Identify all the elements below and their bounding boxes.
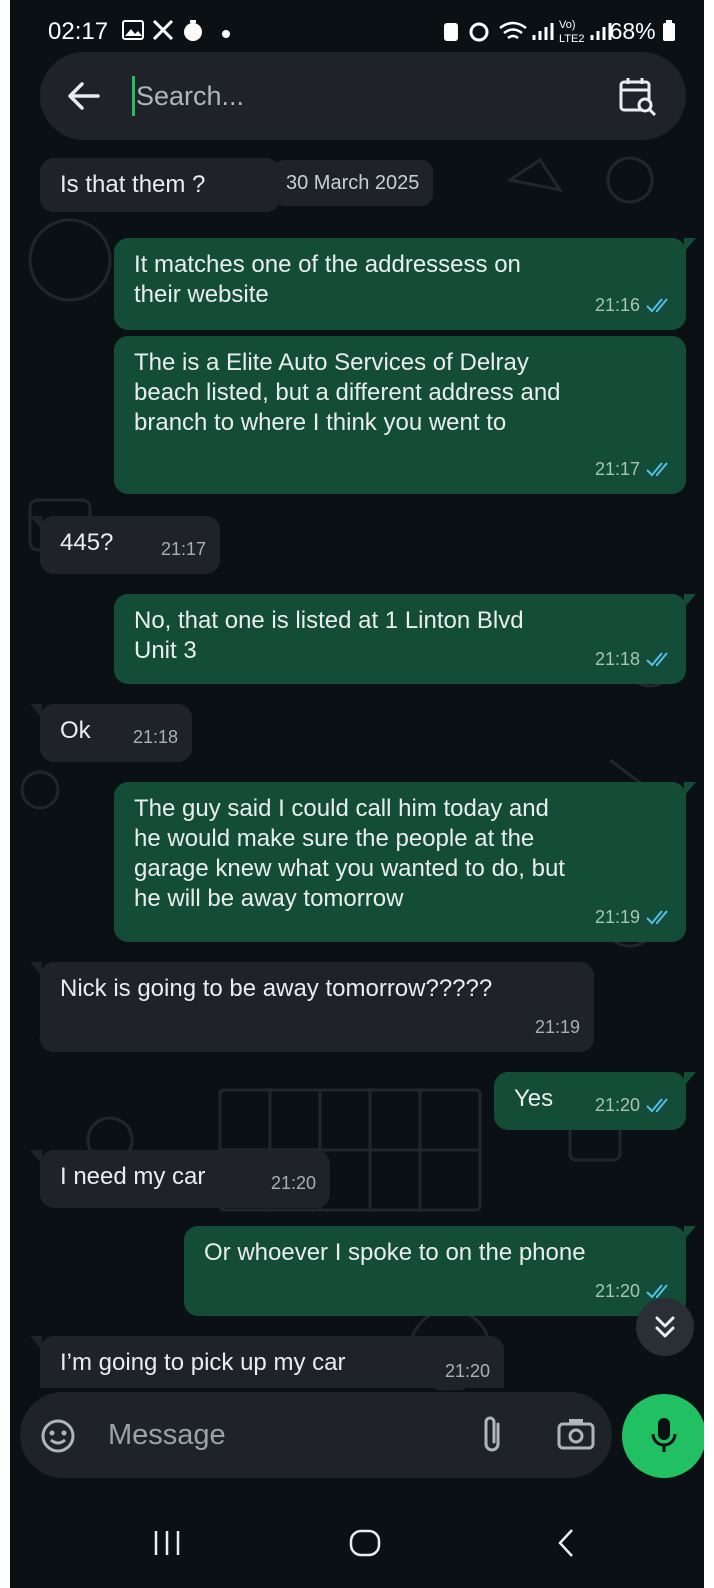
x-app-icon [152, 20, 174, 40]
volte-icon: Vo) LTE2 [559, 19, 584, 44]
read-ticks-icon [646, 652, 668, 667]
scroll-to-bottom-button[interactable] [636, 1298, 694, 1356]
message-outgoing[interactable]: The guy said I could call him today and … [114, 782, 696, 942]
read-ticks-icon [646, 1098, 668, 1113]
message-time: 21:20 [444, 1361, 490, 1381]
read-ticks-icon [646, 1284, 668, 1299]
message-incoming[interactable]: I need my car 21:20 [30, 1150, 330, 1208]
message-outgoing[interactable]: No, that one is listed at 1 Linton Blvd … [114, 594, 696, 684]
read-ticks-icon [646, 462, 668, 477]
message-text: It matches one of the addressess on thei… [134, 251, 521, 308]
phone-screen: 02:17 Vo) LTE2 68% Is that them ? 30 Marc… [10, 0, 704, 1588]
message-time: 21:19 [534, 1017, 580, 1037]
message-time: 21:17 [594, 459, 640, 479]
message-text: 445? [60, 529, 114, 556]
message-time: 21:19 [594, 907, 640, 927]
nav-recents-icon[interactable] [150, 1526, 184, 1560]
message-time: 21:16 [594, 295, 640, 315]
message-incoming[interactable]: Is that them ? [40, 158, 280, 212]
message-time: 21:18 [594, 649, 640, 669]
battery-percent: 68% [609, 18, 656, 44]
message-text: I’m going to pick up my car [60, 1349, 346, 1376]
date-chip: 30 March 2025 [272, 160, 434, 206]
message-incoming[interactable]: Ok 21:18 [30, 704, 192, 762]
message-time: 21:20 [270, 1173, 316, 1193]
read-ticks-icon [646, 298, 668, 313]
volte-label: Vo) [559, 19, 576, 31]
message-incoming[interactable]: 445? 21:17 [30, 516, 220, 574]
message-meta: 21:19 [535, 1012, 580, 1042]
wifi-icon [499, 21, 527, 40]
message-meta: 21:16 [595, 290, 672, 320]
back-arrow-icon[interactable] [64, 76, 104, 116]
mic-icon [651, 1418, 677, 1452]
message-outgoing[interactable]: The is a Elite Auto Services of Delray b… [114, 336, 686, 494]
nav-back-icon[interactable] [550, 1526, 584, 1560]
text-cursor [132, 76, 135, 116]
message-text: Nick is going to be away tomorrow????? [60, 975, 493, 1002]
message-meta: 21:18 [133, 722, 178, 752]
sticker-icon[interactable] [40, 1418, 76, 1454]
camera-icon[interactable] [556, 1416, 596, 1452]
battery-saver-icon [444, 23, 458, 41]
battery-indicator: 68% [610, 18, 676, 45]
message-text: Yes [514, 1085, 554, 1112]
message-time: 21:20 [594, 1095, 640, 1115]
battery-icon [663, 20, 675, 41]
message-time: 21:18 [132, 727, 178, 747]
attach-icon[interactable] [476, 1414, 508, 1456]
scroll-down-icon [655, 1316, 675, 1338]
nav-home-icon[interactable] [348, 1526, 382, 1560]
signal-icon [532, 23, 554, 40]
message-input[interactable] [108, 1414, 448, 1456]
message-text: Ok [60, 717, 91, 744]
mic-button[interactable] [622, 1394, 704, 1478]
message-incoming[interactable]: I’m going to pick up my car 21:20 [30, 1336, 504, 1388]
message-text: I need my car [60, 1163, 206, 1190]
message-meta: 21:17 [161, 534, 206, 564]
message-incoming[interactable]: Nick is going to be away tomorrow????? 2… [30, 962, 594, 1052]
dot-icon [222, 30, 230, 38]
gallery-icon [122, 20, 144, 40]
message-time: 21:17 [160, 539, 206, 559]
message-composer [20, 1392, 612, 1478]
message-meta: 21:18 [595, 644, 672, 674]
message-outgoing[interactable]: Yes 21:20 [494, 1072, 696, 1130]
search-input[interactable] [136, 74, 576, 118]
system-nav-bar [10, 1500, 704, 1588]
message-meta: 21:20 [445, 1356, 490, 1386]
lte-label: LTE2 [559, 33, 584, 44]
message-text: Is that them ? [60, 171, 206, 198]
message-text: The guy said I could call him today and … [134, 795, 565, 912]
message-outgoing[interactable]: Or whoever I spoke to on the phone 21:20 [184, 1226, 696, 1316]
message-outgoing[interactable]: It matches one of the addressess on thei… [114, 238, 696, 330]
search-bar [40, 52, 686, 140]
status-time: 02:17 [48, 18, 109, 45]
alarm-icon [469, 22, 489, 42]
message-text: No, that one is listed at 1 Linton Blvd … [134, 607, 524, 664]
calendar-search-icon[interactable] [618, 76, 658, 116]
read-ticks-icon [646, 910, 668, 925]
message-time: 21:20 [594, 1281, 640, 1301]
message-meta: 21:20 [595, 1090, 672, 1120]
message-meta: 21:17 [595, 454, 672, 484]
message-text: Or whoever I spoke to on the phone [204, 1239, 586, 1266]
message-text: The is a Elite Auto Services of Delray b… [134, 349, 561, 436]
message-meta: 21:20 [271, 1168, 316, 1198]
message-meta: 21:19 [595, 902, 672, 932]
status-bar: 02:17 Vo) LTE2 68% [10, 0, 704, 60]
timer-icon [184, 20, 202, 41]
